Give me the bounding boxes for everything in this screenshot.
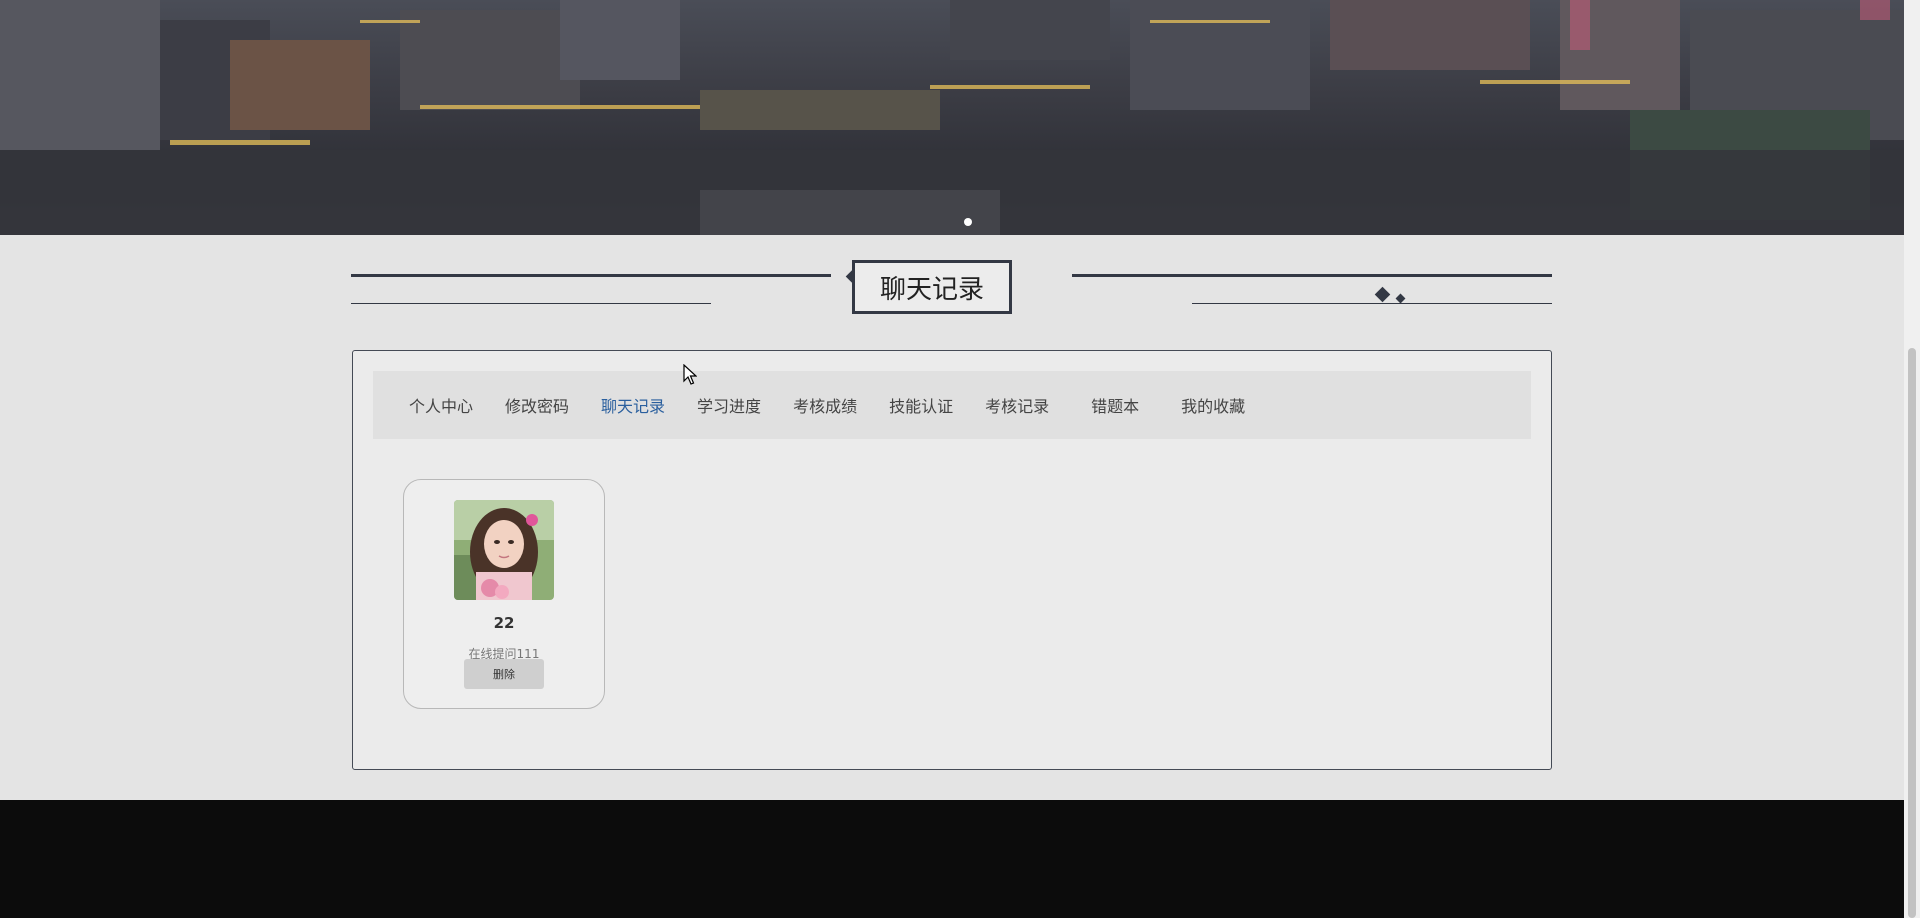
user-center-panel: 个人中心 修改密码 聊天记录 学习进度 考核成绩 技能认证 考核记录 错题本 我… <box>352 350 1552 770</box>
tab-wrong-questions[interactable]: 错题本 <box>1077 393 1153 417</box>
chat-record-card[interactable]: 22 在线提问111 删除 <box>403 479 605 709</box>
title-line-right-bottom <box>1192 303 1552 304</box>
tab-personal-center[interactable]: 个人中心 <box>395 393 487 417</box>
title-line-right-top <box>1072 274 1552 277</box>
diamond-ornament-icon <box>1395 293 1406 304</box>
delete-button[interactable]: 删除 <box>464 659 544 689</box>
tab-skill-certification[interactable]: 技能认证 <box>875 393 967 417</box>
section-title: 聊天记录 <box>852 260 1012 314</box>
city-skyline-image <box>0 0 1904 235</box>
title-line-left-top <box>351 274 831 277</box>
avatar <box>454 500 554 600</box>
chat-user-name: 22 <box>493 614 515 632</box>
tab-exam-scores[interactable]: 考核成绩 <box>779 393 871 417</box>
tab-exam-records[interactable]: 考核记录 <box>971 393 1063 417</box>
tab-my-favorites[interactable]: 我的收藏 <box>1167 393 1259 417</box>
page-scrollbar[interactable] <box>1904 0 1920 918</box>
diamond-ornament-icon <box>1374 286 1391 303</box>
carousel-indicator-dot[interactable] <box>964 218 972 226</box>
scrollbar-thumb[interactable] <box>1908 348 1916 918</box>
cursor-icon <box>683 363 698 390</box>
hero-banner <box>0 0 1904 235</box>
page-footer <box>0 800 1904 918</box>
user-center-tabs: 个人中心 修改密码 聊天记录 学习进度 考核成绩 技能认证 考核记录 错题本 我… <box>373 371 1531 439</box>
tab-chat-history[interactable]: 聊天记录 <box>587 393 679 417</box>
tab-learning-progress[interactable]: 学习进度 <box>683 393 775 417</box>
title-line-left-bottom <box>351 303 711 304</box>
tab-change-password[interactable]: 修改密码 <box>491 393 583 417</box>
